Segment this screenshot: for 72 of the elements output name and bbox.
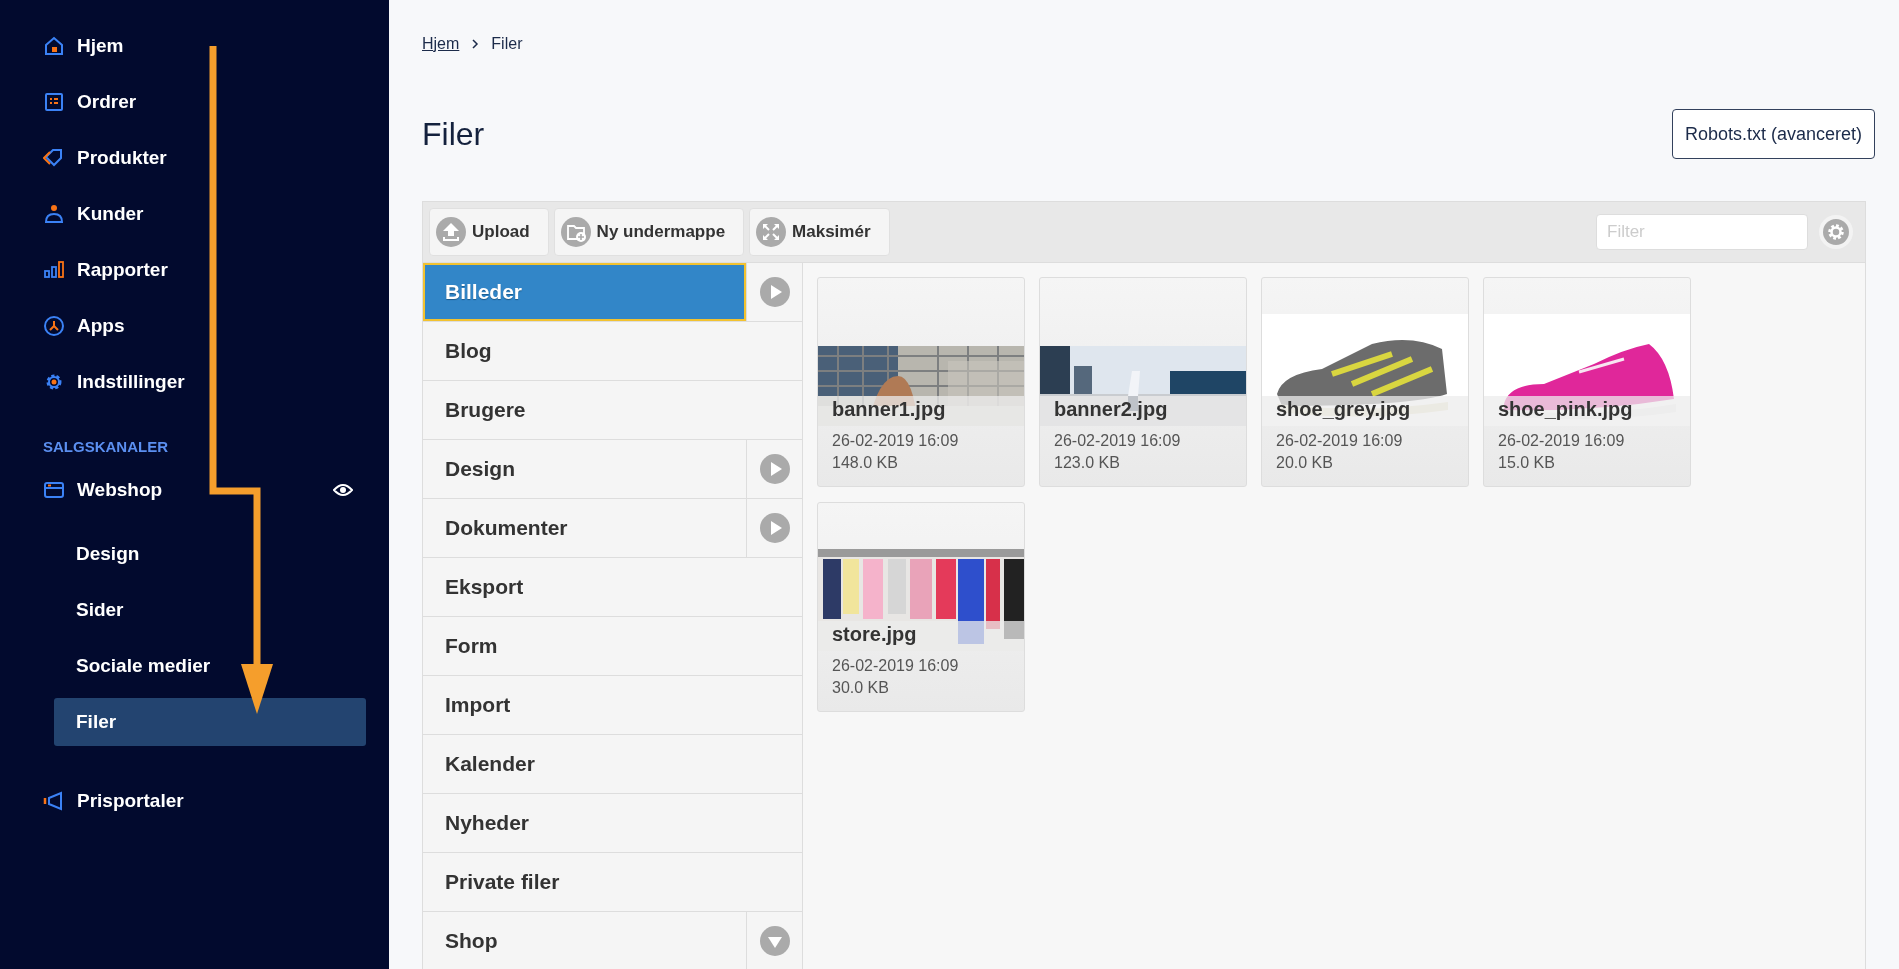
folder-item[interactable]: Eksport (423, 558, 747, 616)
storefront-icon (43, 479, 65, 501)
expand-right-icon[interactable] (759, 454, 790, 484)
nav-item[interactable]: Prisportaler (0, 773, 389, 829)
file-size: 148.0 KB (832, 453, 899, 473)
expand-icon (756, 217, 787, 247)
nav-subitem[interactable]: Filer (54, 698, 366, 746)
folder-item[interactable]: Kalender (423, 735, 747, 793)
upload-icon (436, 217, 466, 247)
person-icon (43, 203, 65, 225)
toolbar-button[interactable]: Upload (429, 208, 549, 256)
file-size: 20.0 KB (1276, 453, 1334, 473)
add-folder-icon (560, 217, 591, 247)
file-name: banner1.jpg (832, 398, 947, 422)
channel-label[interactable]: Webshop (77, 479, 321, 501)
nav-item[interactable]: Indstillinger (0, 354, 389, 410)
nav-subitem[interactable]: Design (54, 530, 366, 578)
file-date: 26-02-2019 16:09 (1054, 431, 1182, 451)
toolbar-button[interactable]: Ny undermappe (553, 208, 745, 256)
nav-item[interactable]: Ordrer (0, 74, 389, 130)
file-size: 30.0 KB (832, 678, 890, 698)
file-card[interactable]: banner1.jpg 26-02-2019 16:09 148.0 KB (817, 277, 1025, 487)
expand-right-icon[interactable] (759, 277, 790, 307)
folder-item[interactable]: Form (423, 617, 747, 675)
file-card[interactable]: banner2.jpg 26-02-2019 16:09 123.0 KB (1039, 277, 1247, 487)
file-date: 26-02-2019 16:09 (1276, 431, 1404, 451)
file-size: 123.0 KB (1054, 453, 1121, 473)
folder-item[interactable]: Shop (423, 912, 746, 969)
file-card[interactable]: store.jpg 26-02-2019 16:09 30.0 KB (817, 502, 1025, 712)
folder-item[interactable]: Nyheder (423, 794, 747, 852)
nav-item[interactable]: Produkter (0, 130, 389, 186)
file-name: shoe_grey.jpg (1276, 398, 1412, 422)
file-card[interactable]: shoe_pink.jpg 26-02-2019 16:09 15.0 KB (1483, 277, 1691, 487)
breadcrumb-current: Filer (491, 35, 523, 53)
nav-subitem[interactable]: Sociale medier (54, 642, 366, 690)
eye-icon[interactable] (333, 483, 353, 497)
nav-item[interactable]: Rapporter (0, 242, 389, 298)
file-size: 15.0 KB (1498, 453, 1556, 473)
file-date: 26-02-2019 16:09 (832, 656, 960, 676)
folder-item[interactable]: Billeder (423, 263, 746, 321)
nav-item[interactable]: Apps (0, 298, 389, 354)
nav-item[interactable]: Kunder (0, 186, 389, 242)
tag-icon (43, 147, 65, 169)
list-icon (43, 91, 65, 113)
robots-button[interactable]: Robots.txt (avanceret) (1671, 109, 1875, 159)
settings-button[interactable] (1819, 215, 1853, 249)
toolbar-button[interactable]: Maksimér (749, 208, 890, 256)
apps-icon (43, 315, 65, 337)
settings-icon (1823, 219, 1849, 245)
expand-right-icon[interactable] (759, 513, 790, 543)
section-heading: SALGSKANALER (42, 437, 169, 457)
file-name: banner2.jpg (1054, 398, 1169, 422)
folder-item[interactable]: Private filer (423, 853, 747, 911)
megaphone-icon (43, 790, 65, 812)
folder-item[interactable]: Dokumenter (423, 499, 746, 557)
file-date: 26-02-2019 16:09 (1498, 431, 1626, 451)
file-card[interactable]: shoe_grey.jpg 26-02-2019 16:09 20.0 KB (1261, 277, 1469, 487)
folder-item[interactable]: Brugere (423, 381, 747, 439)
nav-subitem[interactable]: Sider (54, 586, 366, 634)
expand-down-icon[interactable] (759, 926, 790, 956)
breadcrumb-link[interactable]: Hjem (422, 35, 460, 53)
folder-item[interactable]: Design (423, 440, 746, 498)
page-title: Filer (422, 115, 485, 153)
chevron-right-icon (471, 39, 480, 49)
home-icon (43, 35, 65, 57)
file-name: shoe_pink.jpg (1498, 398, 1634, 422)
nav-item[interactable]: Hjem (0, 18, 389, 74)
file-name: store.jpg (832, 623, 918, 647)
folder-item[interactable]: Import (423, 676, 747, 734)
bar-chart-icon (43, 259, 65, 281)
file-date: 26-02-2019 16:09 (832, 431, 960, 451)
folder-item[interactable]: Blog (423, 322, 747, 380)
